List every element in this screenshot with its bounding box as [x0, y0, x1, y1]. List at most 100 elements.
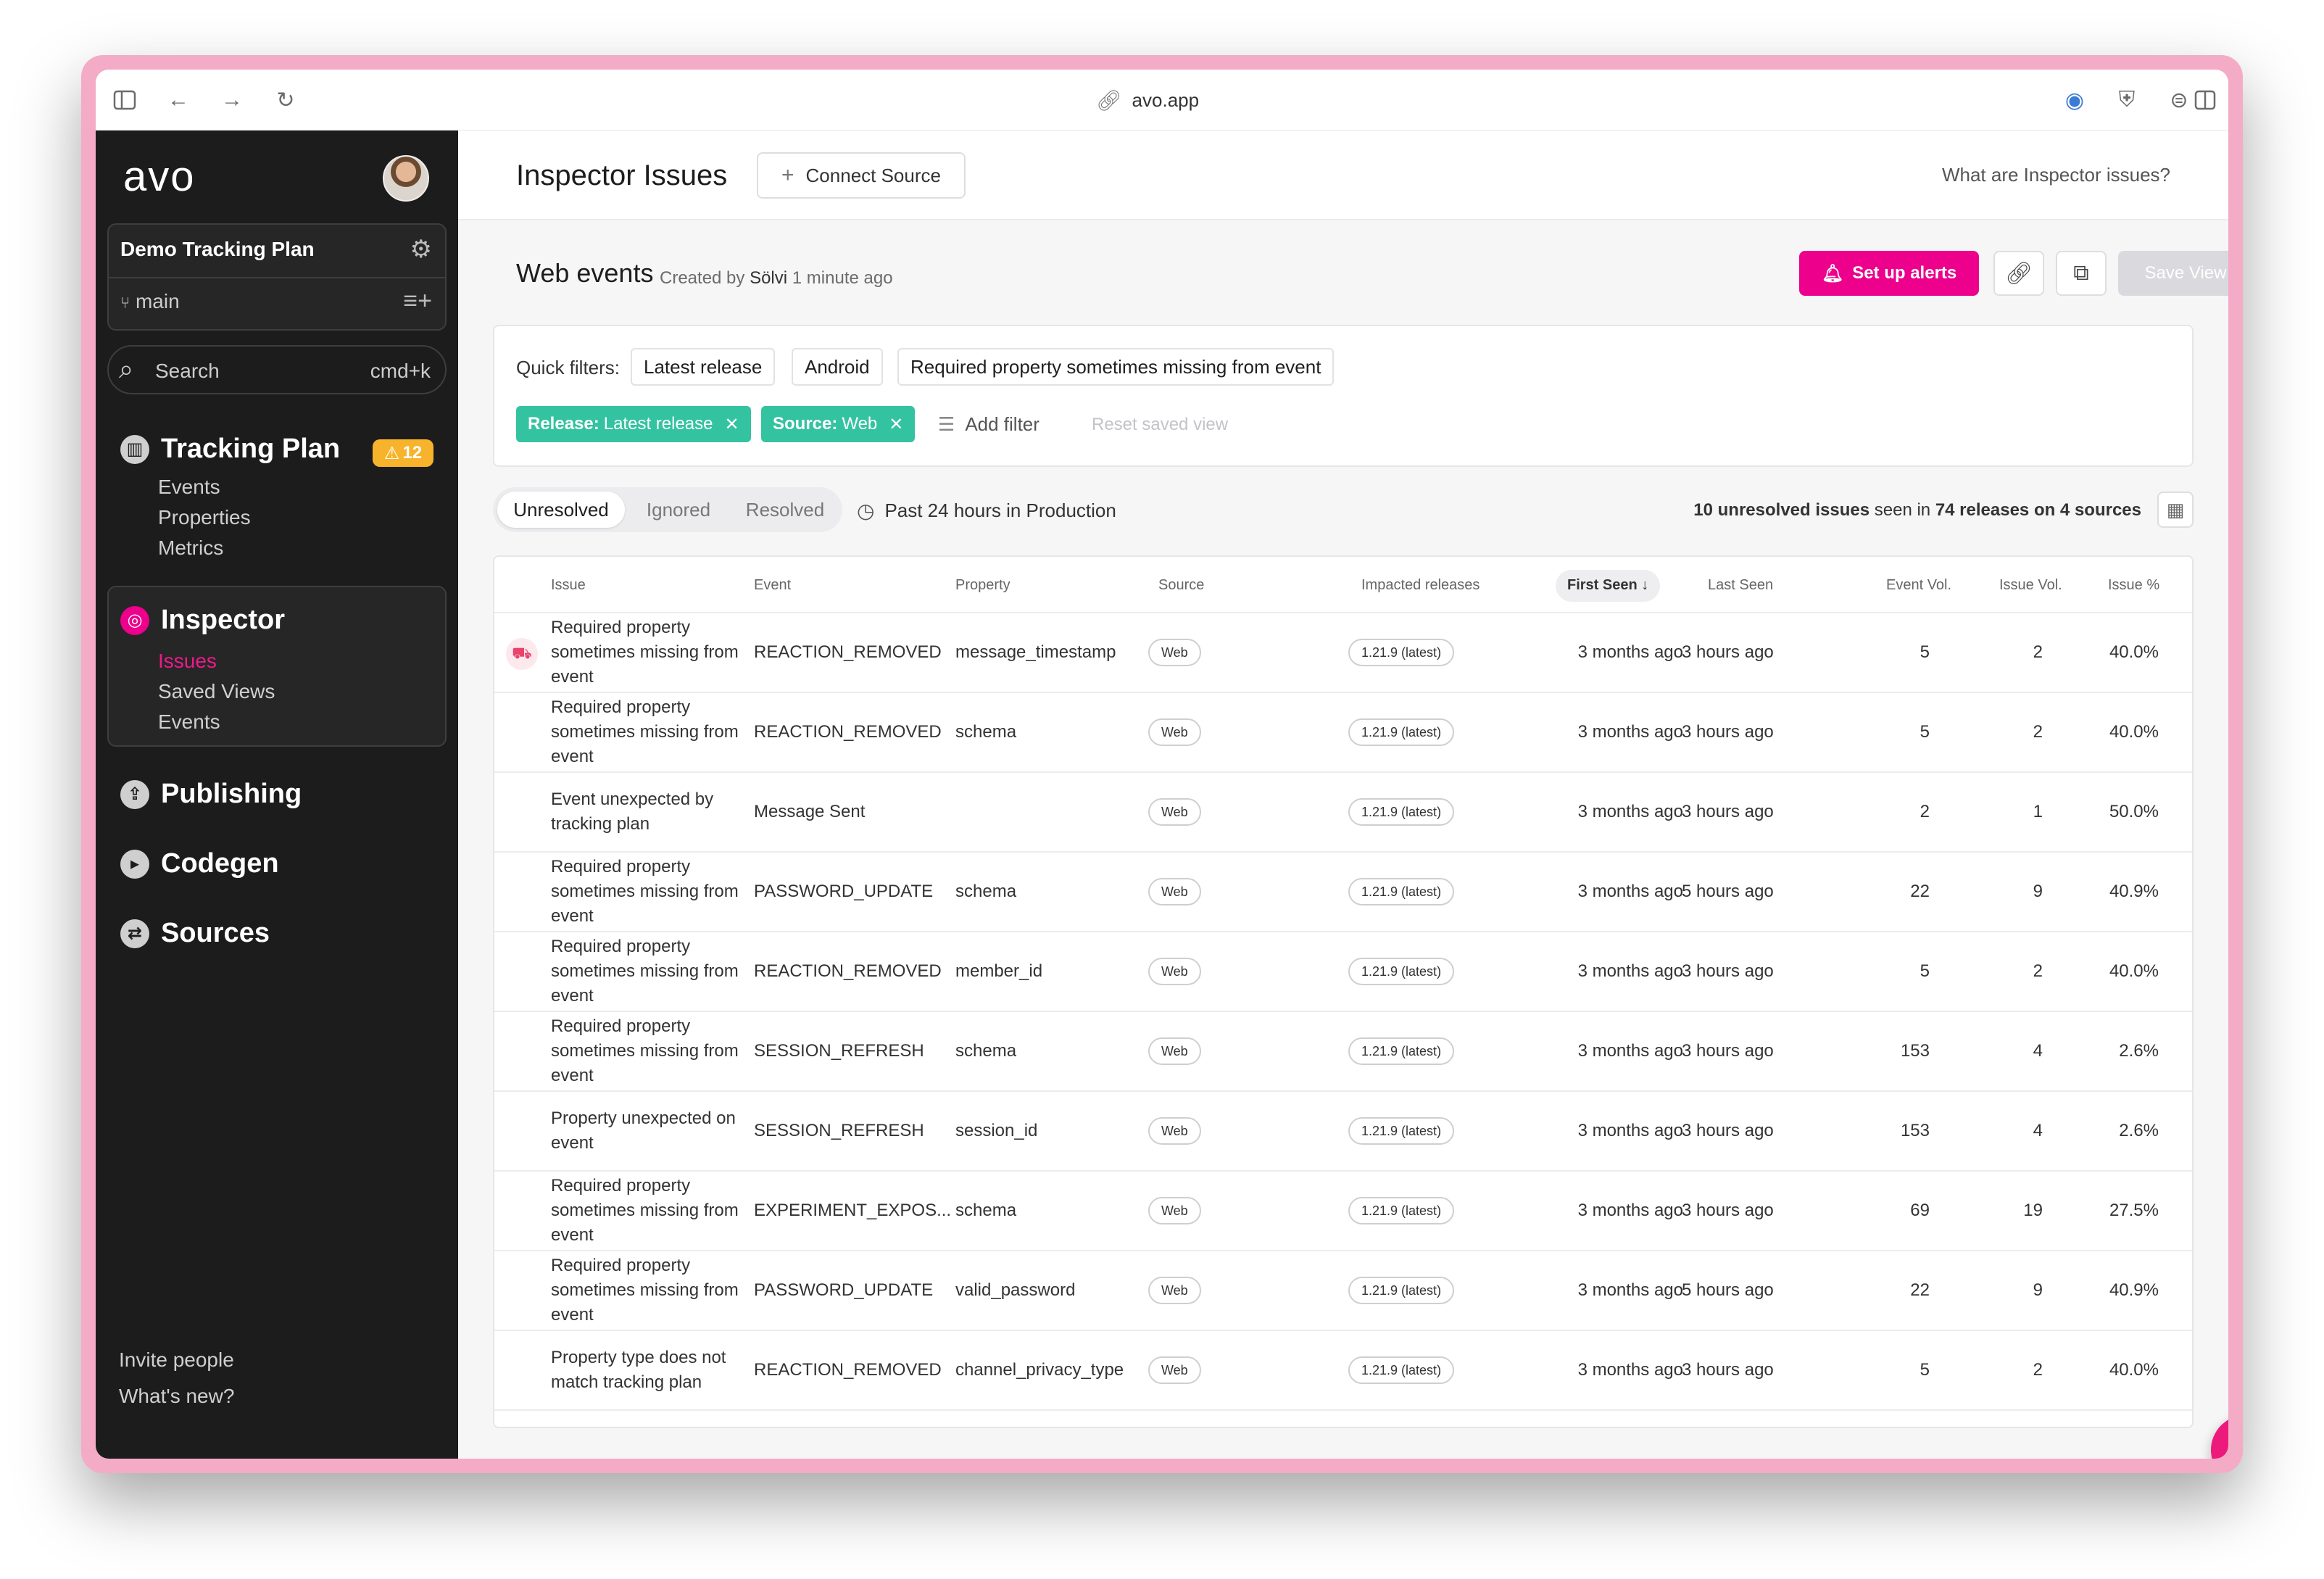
release-pill[interactable]: 1.21.9 (latest): [1348, 718, 1455, 746]
release-pill[interactable]: 1.21.9 (latest): [1348, 1117, 1455, 1145]
release-pill[interactable]: 1.21.9 (latest): [1348, 878, 1455, 905]
active-filter-release[interactable]: Release: Latest release ✕: [516, 406, 751, 442]
table-row[interactable]: Required property sometimes missing from…: [494, 932, 2192, 1012]
cell-issue-pct: 27.5%: [2109, 1201, 2159, 1220]
tab-ignored[interactable]: Ignored: [628, 492, 729, 528]
address-bar[interactable]: 🔗︎ avo.app: [1096, 84, 1270, 116]
quick-filter-required-missing[interactable]: Required property sometimes missing from…: [897, 348, 1335, 386]
table-row[interactable]: Required property sometimes missing from…: [494, 1251, 2192, 1331]
source-pill[interactable]: Web: [1148, 1356, 1201, 1384]
col-event-vol[interactable]: Event Vol.: [1886, 577, 1951, 594]
cell-first-seen: 3 months ago: [1577, 1041, 1683, 1061]
table-row[interactable]: ⛟ Required property sometimes missing fro…: [494, 613, 2192, 693]
avatar[interactable]: [383, 155, 429, 202]
table-row[interactable]: Property unexpected on event SESSION_REFR…: [494, 1092, 2192, 1172]
cell-last-seen: 3 hours ago: [1682, 961, 1774, 981]
nav-sources[interactable]: ⇄ Sources: [120, 918, 270, 949]
help-link[interactable]: What are Inspector issues?: [1942, 164, 2170, 186]
search-icon: ⌕: [119, 354, 134, 384]
col-issue-vol[interactable]: Issue Vol.: [1999, 577, 2062, 594]
table-row[interactable]: Required property sometimes missing from…: [494, 1172, 2192, 1251]
gear-icon[interactable]: ⚙: [410, 235, 432, 264]
source-pill[interactable]: Web: [1148, 878, 1201, 905]
sources-icon: ⇄: [120, 919, 149, 948]
tab-unresolved[interactable]: Unresolved: [497, 492, 625, 528]
source-pill[interactable]: Web: [1148, 1117, 1201, 1145]
release-pill[interactable]: 1.21.9 (latest): [1348, 1197, 1455, 1224]
shield-extension-icon[interactable]: ⛨: [2112, 86, 2141, 115]
reload-icon[interactable]: ↻: [271, 86, 300, 115]
split-view-icon[interactable]: [2191, 86, 2220, 115]
copy-link-button[interactable]: 🔗︎: [1993, 251, 2044, 296]
tracking-plan-switcher[interactable]: Demo Tracking Plan ⚙ ⑂ main ≡+: [107, 223, 447, 331]
reader-extension-icon[interactable]: ⊜: [2165, 86, 2194, 115]
close-icon[interactable]: ✕: [889, 414, 903, 435]
release-pill[interactable]: 1.21.9 (latest): [1348, 1356, 1455, 1384]
release-pill[interactable]: 1.21.9 (latest): [1348, 798, 1455, 826]
nav-events[interactable]: Events: [158, 476, 220, 499]
col-last-seen[interactable]: Last Seen: [1708, 577, 1773, 594]
add-filter-button[interactable]: ☰ Add filter: [938, 413, 1039, 436]
connect-source-button[interactable]: + Connect Source: [757, 152, 966, 199]
search-input[interactable]: ⌕ Search cmd+k: [107, 345, 447, 394]
search-shortcut: cmd+k: [370, 360, 431, 382]
source-pill[interactable]: Web: [1148, 639, 1201, 666]
nav-properties[interactable]: Properties: [158, 506, 251, 529]
release-pill[interactable]: 1.21.9 (latest): [1348, 958, 1455, 985]
nav-tracking-plan[interactable]: ▥ Tracking Plan: [120, 434, 340, 465]
release-pill[interactable]: 1.21.9 (latest): [1348, 1037, 1455, 1065]
whats-new-link[interactable]: What's new?: [119, 1385, 234, 1408]
table-row[interactable]: Required property sometimes missing from…: [494, 1012, 2192, 1092]
set-up-alerts-button[interactable]: 🔔︎ Set up alerts: [1799, 251, 1979, 296]
source-pill[interactable]: Web: [1148, 718, 1201, 746]
table-row[interactable]: Required property sometimes missing from…: [494, 693, 2192, 773]
table-row[interactable]: Event unexpected by tracking plan Message…: [494, 773, 2192, 853]
col-source[interactable]: Source: [1158, 577, 1204, 594]
nav-metrics[interactable]: Metrics: [158, 536, 223, 560]
nav-publishing[interactable]: ⇪ Publishing: [120, 779, 302, 810]
col-impacted-releases[interactable]: Impacted releases: [1361, 577, 1480, 594]
nav-inspector-events[interactable]: Events: [158, 710, 220, 734]
close-icon[interactable]: ✕: [725, 414, 739, 435]
add-list-icon[interactable]: ≡+: [403, 287, 432, 315]
quick-filter-latest-release[interactable]: Latest release: [631, 348, 776, 386]
duplicate-button[interactable]: ⧉: [2056, 251, 2107, 296]
back-arrow-icon[interactable]: ←: [164, 86, 193, 115]
col-property[interactable]: Property: [955, 577, 1010, 594]
col-issue-pct[interactable]: Issue %: [2108, 577, 2159, 594]
source-pill[interactable]: Web: [1148, 958, 1201, 985]
password-extension-icon[interactable]: ◉: [2060, 86, 2089, 115]
warning-badge[interactable]: ⚠ 12: [373, 439, 433, 467]
cell-issue-vol: 1: [2033, 802, 2043, 821]
time-range-picker[interactable]: ◷ Past 24 hours in Production: [857, 499, 1116, 523]
table-row[interactable]: Property type does not match tracking pl…: [494, 1331, 2192, 1411]
avo-logo[interactable]: avo: [123, 152, 196, 201]
sidebar-toggle-icon[interactable]: [110, 86, 139, 115]
nav-saved-views[interactable]: Saved Views: [158, 680, 275, 703]
col-issue[interactable]: Issue: [551, 577, 586, 594]
active-filter-source[interactable]: Source: Web ✕: [761, 406, 916, 442]
col-event[interactable]: Event: [754, 577, 791, 594]
tab-resolved[interactable]: Resolved: [732, 492, 838, 528]
nav-codegen[interactable]: ▸ Codegen: [120, 848, 279, 879]
save-view-button[interactable]: Save View: [2118, 251, 2228, 296]
quick-filter-android[interactable]: Android: [792, 348, 883, 386]
nav-inspector[interactable]: ◎ Inspector: [120, 605, 285, 636]
main-content: Inspector Issues + Connect Source What a…: [458, 130, 2228, 1459]
cell-issue-pct: 2.6%: [2119, 1121, 2159, 1140]
release-pill[interactable]: 1.21.9 (latest): [1348, 639, 1455, 666]
release-pill[interactable]: 1.21.9 (latest): [1348, 1277, 1455, 1304]
columns-button[interactable]: ▦: [2157, 492, 2194, 528]
source-pill[interactable]: Web: [1148, 1277, 1201, 1304]
table-row[interactable]: Required property sometimes missing from…: [494, 853, 2192, 932]
forward-arrow-icon[interactable]: →: [217, 86, 246, 115]
branch-selector[interactable]: ⑂ main: [120, 290, 180, 313]
source-pill[interactable]: Web: [1148, 798, 1201, 826]
reset-saved-view-button[interactable]: Reset saved view: [1092, 415, 1228, 435]
nav-issues[interactable]: Issues: [158, 650, 217, 673]
source-pill[interactable]: Web: [1148, 1037, 1201, 1065]
invite-people-link[interactable]: Invite people: [119, 1348, 234, 1372]
col-first-seen[interactable]: First Seen ↓: [1556, 570, 1661, 602]
tracking-plan-icon: ▥: [120, 434, 149, 464]
source-pill[interactable]: Web: [1148, 1197, 1201, 1224]
